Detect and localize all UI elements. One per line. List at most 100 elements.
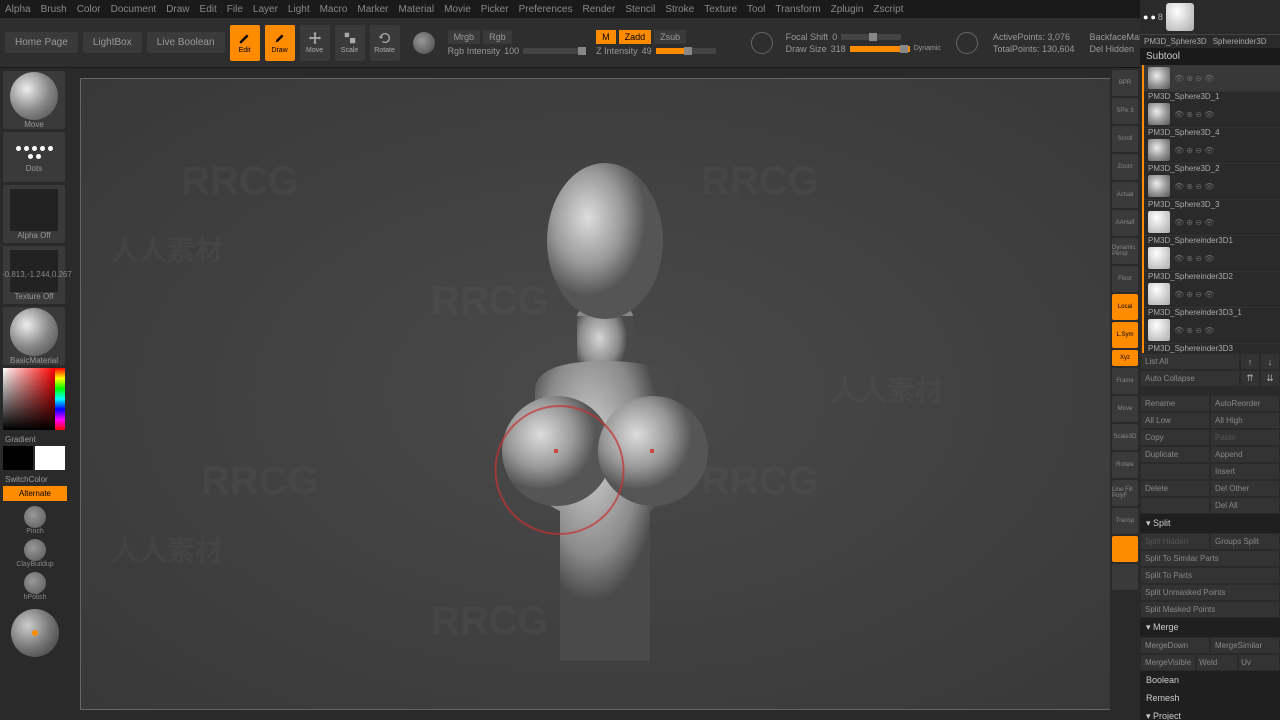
live-boolean-tab[interactable]: Live Boolean — [147, 32, 225, 53]
lsym-button[interactable]: L.Sym — [1112, 322, 1138, 348]
menu-material[interactable]: Material — [399, 4, 435, 15]
frame-button[interactable]: Frame — [1112, 368, 1138, 394]
misc-button[interactable] — [1112, 564, 1138, 590]
material-preview-icon[interactable] — [413, 32, 435, 54]
menu-light[interactable]: Light — [288, 4, 310, 15]
rotate-view-button[interactable]: Rotate — [1112, 452, 1138, 478]
subtool-item[interactable]: 👁 ⊕ ⊖ 👁 — [1144, 173, 1280, 200]
scale-view-button[interactable]: Scale3D — [1112, 424, 1138, 450]
focal-icon[interactable] — [751, 32, 773, 54]
menu-movie[interactable]: Movie — [444, 4, 471, 15]
weld-button[interactable]: Weld — [1196, 654, 1238, 671]
menu-zplugin[interactable]: Zplugin — [831, 4, 864, 15]
merge-section[interactable]: ▾ Merge — [1140, 618, 1280, 637]
autoreorder-button[interactable]: AutoReorder — [1210, 395, 1280, 412]
transp-button[interactable]: Transp — [1112, 508, 1138, 534]
arrow-up-icon[interactable]: ↑ — [1240, 353, 1260, 370]
subtool-visibility-icons[interactable]: 👁 ⊕ ⊖ 👁 — [1174, 110, 1214, 119]
z-intensity-slider[interactable] — [656, 48, 716, 54]
subtool-item[interactable]: 👁 ⊕ ⊖ 👁 — [1144, 101, 1280, 128]
alpha-selector[interactable]: Alpha Off — [3, 185, 65, 243]
local-button[interactable]: Local — [1112, 294, 1138, 320]
merge-visible-button[interactable]: MergeVisible — [1140, 654, 1196, 671]
remesh-section[interactable]: Remesh — [1140, 689, 1280, 707]
menu-transform[interactable]: Transform — [775, 4, 820, 15]
switch-color[interactable] — [3, 446, 67, 470]
move-view-button[interactable]: Move — [1112, 396, 1138, 422]
menu-stencil[interactable]: Stencil — [625, 4, 655, 15]
subtool-visibility-icons[interactable]: 👁 ⊕ ⊖ 👁 — [1174, 74, 1214, 83]
subtool-visibility-icons[interactable]: 👁 ⊕ ⊖ 👁 — [1174, 146, 1214, 155]
menu-layer[interactable]: Layer — [253, 4, 278, 15]
groups-split-button[interactable]: Groups Split — [1210, 533, 1280, 550]
edit-mode-button[interactable]: Edit — [230, 25, 260, 61]
split-section[interactable]: ▾ Split — [1140, 514, 1280, 533]
split-parts-button[interactable]: Split To Parts — [1140, 567, 1280, 584]
floor-button[interactable]: Floor — [1112, 266, 1138, 292]
tool-thumb[interactable] — [1166, 3, 1194, 31]
actual-button[interactable]: Actual — [1112, 182, 1138, 208]
brush-pinch[interactable]: Pinch — [3, 506, 67, 535]
all-low-button[interactable]: All Low — [1140, 412, 1210, 429]
draw-mode-button[interactable]: Draw — [265, 25, 295, 61]
menu-edit[interactable]: Edit — [200, 4, 217, 15]
subtool-item[interactable]: 👁 ⊕ ⊖ 👁 — [1144, 245, 1280, 272]
subtool-item[interactable]: 👁 ⊕ ⊖ 👁 — [1144, 317, 1280, 344]
subtool-item[interactable]: 👁 ⊕ ⊖ 👁 — [1144, 209, 1280, 236]
brush-preview-sphere[interactable] — [11, 609, 59, 657]
paste-button[interactable]: Paste — [1210, 429, 1280, 446]
list-all-button[interactable]: List All — [1140, 353, 1240, 370]
focal-shift-slider[interactable] — [841, 34, 901, 40]
boolean-section[interactable]: Boolean — [1140, 671, 1280, 689]
material-selector[interactable]: BasicMaterial — [3, 307, 65, 365]
del-hidden-button[interactable]: Del Hidden — [1090, 44, 1135, 54]
subtool-item[interactable]: 👁 ⊕ ⊖ 👁 — [1144, 65, 1280, 92]
subtool-visibility-icons[interactable]: 👁 ⊕ ⊖ 👁 — [1174, 218, 1214, 227]
append-button[interactable]: Append — [1210, 446, 1280, 463]
menu-document[interactable]: Document — [111, 4, 157, 15]
menu-macro[interactable]: Macro — [320, 4, 348, 15]
rotate-mode-button[interactable]: Rotate — [370, 25, 400, 61]
polyf-button[interactable]: Line Fill PolyF — [1112, 480, 1138, 506]
menu-texture[interactable]: Texture — [704, 4, 737, 15]
copy-button[interactable]: Copy — [1140, 429, 1210, 446]
menu-draw[interactable]: Draw — [166, 4, 189, 15]
split-unmasked-button[interactable]: Split Unmasked Points — [1140, 584, 1280, 601]
subtool-item[interactable]: 👁 ⊕ ⊖ 👁 — [1144, 281, 1280, 308]
all-high-button[interactable]: All High — [1210, 412, 1280, 429]
menu-tool[interactable]: Tool — [747, 4, 765, 15]
color-picker[interactable] — [3, 368, 65, 430]
project-section[interactable]: ▾ Project — [1140, 707, 1280, 720]
mrgb-button[interactable]: Mrgb — [448, 30, 481, 44]
dynamic-label[interactable]: Dynamic — [914, 45, 941, 52]
collapse-down-icon[interactable]: ⇊ — [1260, 370, 1280, 387]
subtool-item[interactable]: 👁 ⊕ ⊖ 👁 — [1144, 137, 1280, 164]
merge-down-button[interactable]: MergeDown — [1140, 637, 1210, 654]
bpr-button[interactable]: BPR — [1112, 70, 1138, 96]
persp-button[interactable]: Dynamic Persp — [1112, 238, 1138, 264]
merge-similar-button[interactable]: MergeSimilar — [1210, 637, 1280, 654]
del-other-button[interactable]: Del Other — [1210, 480, 1280, 497]
aahalf-button[interactable]: AAHalf — [1112, 210, 1138, 236]
home-page-tab[interactable]: Home Page — [5, 32, 78, 53]
stroke-selector[interactable]: Dots — [3, 132, 65, 182]
xyz-button[interactable]: Xyz — [1112, 350, 1138, 366]
split-hidden-button[interactable]: Split Hidden — [1140, 533, 1210, 550]
insert-button[interactable]: Insert — [1210, 463, 1280, 480]
subtool-visibility-icons[interactable]: 👁 ⊕ ⊖ 👁 — [1174, 290, 1214, 299]
spix-button[interactable]: SPix 3 — [1112, 98, 1138, 124]
brush-clay[interactable]: ClayBuildup — [3, 539, 67, 568]
rgb-intensity-slider[interactable] — [523, 48, 583, 54]
active-tool-button[interactable] — [1112, 536, 1138, 562]
split-masked-button[interactable]: Split Masked Points — [1140, 601, 1280, 618]
draw-size-slider[interactable] — [850, 46, 910, 52]
zsub-button[interactable]: Zsub — [654, 30, 686, 44]
viewport[interactable]: RRCG RRCG RRCG RRCG RRCG RRCG 人人素材 人人素材 … — [80, 78, 1130, 710]
subtool-title[interactable]: Subtool — [1140, 48, 1280, 65]
subtool-visibility-icons[interactable]: 👁 ⊕ ⊖ 👁 — [1174, 182, 1214, 191]
menu-alpha[interactable]: Alpha — [5, 4, 31, 15]
menu-render[interactable]: Render — [583, 4, 616, 15]
subtool-visibility-icons[interactable]: 👁 ⊕ ⊖ 👁 — [1174, 254, 1214, 263]
menu-stroke[interactable]: Stroke — [665, 4, 694, 15]
menu-zscript[interactable]: Zscript — [873, 4, 903, 15]
